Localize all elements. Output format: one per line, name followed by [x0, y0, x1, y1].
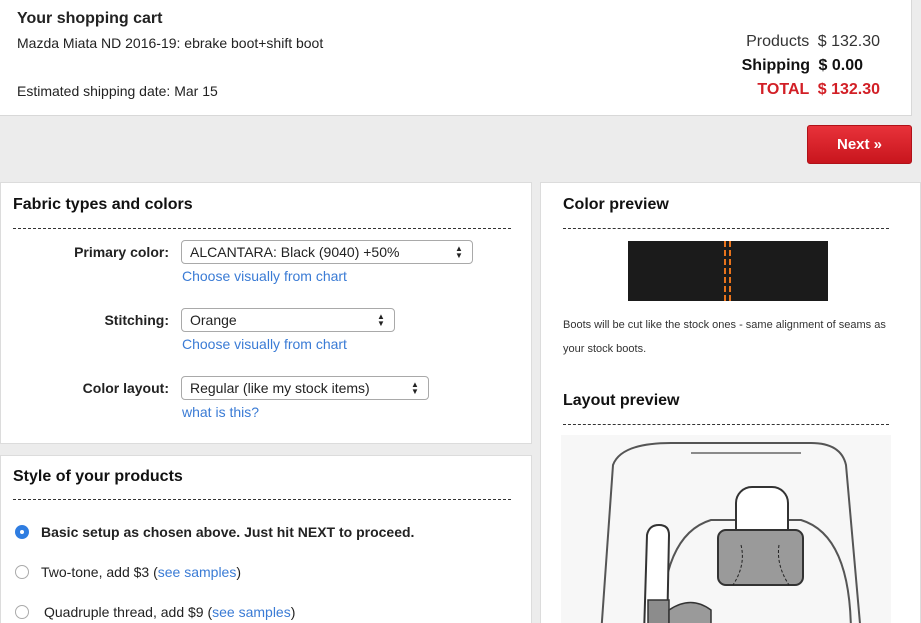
color-layout-label: Color layout:: [82, 380, 169, 396]
color-layout-value: Regular (like my stock items): [190, 380, 370, 396]
boot-layout-illustration: [561, 435, 891, 623]
style-option-suffix: ): [290, 604, 296, 620]
primary-color-value: ALCANTARA: Black (9040) +50%: [190, 244, 400, 260]
select-arrows-icon: ▲ ▼: [455, 244, 463, 260]
divider: [13, 228, 511, 229]
cart-title: Your shopping cart: [17, 10, 163, 27]
style-panel: Style of your products Basic setup as ch…: [0, 455, 532, 623]
divider: [13, 499, 511, 500]
cart-product-name: Mazda Miata ND 2016-19: ebrake boot+shif…: [17, 35, 324, 51]
stitching-chart-link[interactable]: Choose visually from chart: [182, 336, 347, 352]
grand-total-row: TOTAL $ 132.30: [757, 81, 880, 99]
next-button[interactable]: Next »: [807, 125, 912, 164]
style-panel-title: Style of your products: [13, 468, 183, 485]
primary-color-select[interactable]: ALCANTARA: Black (9040) +50% ▲ ▼: [181, 240, 473, 264]
products-total-row: Products $ 132.30: [746, 33, 880, 51]
style-option-basic[interactable]: Basic setup as chosen above. Just hit NE…: [15, 524, 414, 540]
divider: [563, 228, 889, 229]
stitching-label: Stitching:: [104, 312, 169, 328]
fabric-panel: Fabric types and colors Primary color: A…: [0, 182, 532, 444]
style-option-label: Basic setup as chosen above. Just hit NE…: [41, 524, 415, 540]
select-arrows-icon: ▲ ▼: [377, 312, 385, 328]
stitch-line: [729, 241, 731, 301]
radio-unchecked-icon[interactable]: [15, 565, 29, 579]
products-value: $ 132.30: [817, 33, 880, 50]
shipping-value: $ 0.00: [818, 57, 863, 74]
style-option-label: Two-tone, add $3 (: [41, 564, 158, 580]
color-layout-help-link[interactable]: what is this?: [182, 404, 259, 420]
stitching-value: Orange: [190, 312, 237, 328]
radio-checked-icon[interactable]: [15, 525, 29, 539]
stitching-select[interactable]: Orange ▲ ▼: [181, 308, 395, 332]
shipping-label: Shipping: [741, 57, 811, 74]
fabric-panel-title: Fabric types and colors: [13, 196, 193, 213]
layout-preview-title: Layout preview: [563, 392, 680, 409]
divider: [563, 424, 889, 425]
primary-color-label: Primary color:: [74, 244, 169, 260]
total-value: $ 132.30: [817, 81, 880, 98]
style-option-two-tone[interactable]: Two-tone, add $3 ( see samples ): [15, 564, 241, 580]
shipping-date: Estimated shipping date: Mar 15: [17, 83, 218, 99]
see-samples-link[interactable]: see samples: [158, 564, 237, 580]
color-preview-title: Color preview: [563, 196, 669, 213]
radio-unchecked-icon[interactable]: [15, 605, 29, 619]
primary-color-chart-link[interactable]: Choose visually from chart: [182, 268, 347, 284]
shipping-row: Shipping $ 0.00: [742, 57, 863, 75]
stitch-line: [724, 241, 726, 301]
select-arrows-icon: ▲ ▼: [411, 380, 419, 396]
total-label: TOTAL: [757, 81, 810, 98]
color-swatch: [628, 241, 828, 301]
style-option-label: Quadruple thread, add $9 (: [44, 604, 213, 620]
cart-summary: Your shopping cart Mazda Miata ND 2016-1…: [0, 0, 912, 116]
style-option-suffix: ): [236, 564, 242, 580]
style-option-quadruple[interactable]: Quadruple thread, add $9 ( see samples ): [15, 604, 295, 620]
see-samples-link[interactable]: see samples: [212, 604, 291, 620]
preview-note: Boots will be cut like the stock ones - …: [563, 319, 886, 355]
preview-panel: Color preview Boots will be cut like the…: [540, 182, 921, 623]
color-layout-select[interactable]: Regular (like my stock items) ▲ ▼: [181, 376, 429, 400]
products-label: Products: [746, 33, 810, 50]
